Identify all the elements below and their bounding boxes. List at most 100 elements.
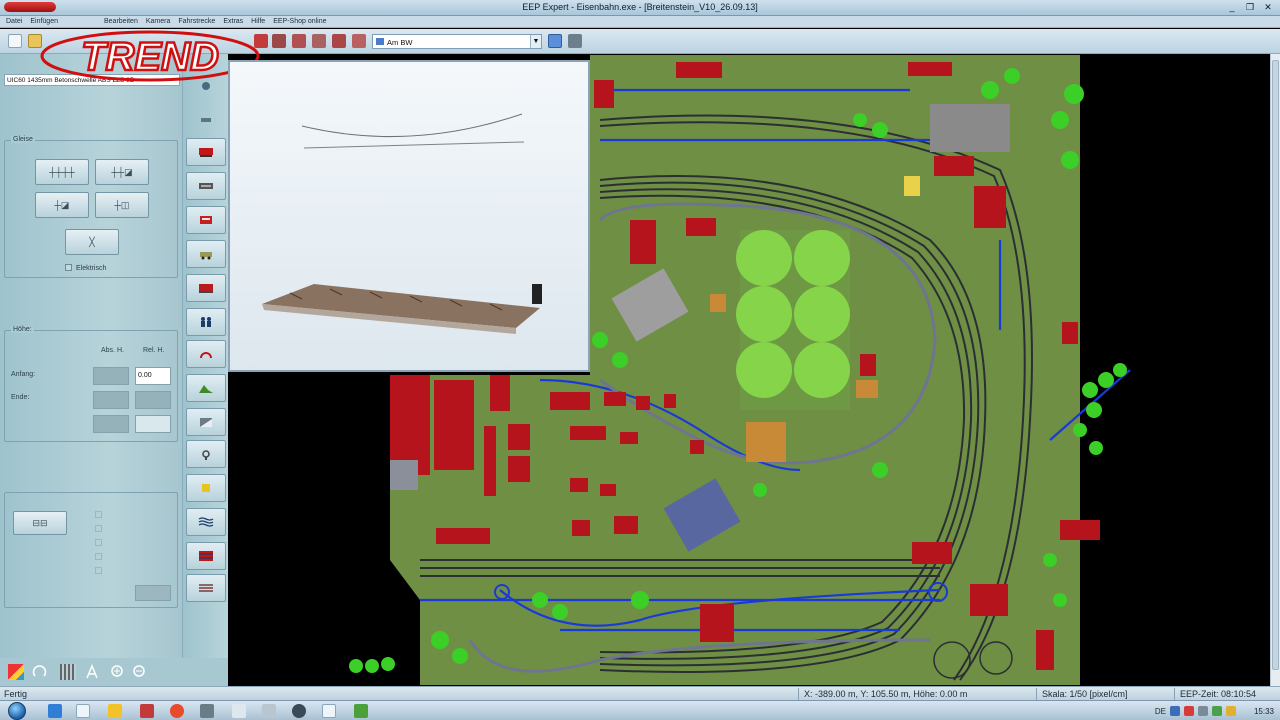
ie-icon[interactable] <box>48 704 62 718</box>
volume-icon[interactable] <box>1197 706 1208 716</box>
goods-icon[interactable] <box>186 474 226 502</box>
switch-right-button[interactable]: ┼◫ <box>95 192 149 218</box>
disabled-option-5 <box>95 567 106 575</box>
switch-icon[interactable] <box>292 34 306 48</box>
scrollbar-thumb[interactable] <box>1272 60 1279 670</box>
abs-anfang-field[interactable] <box>93 367 129 385</box>
ende-label: Ende: <box>11 394 30 401</box>
disabled-option-2 <box>95 525 106 533</box>
rail-vehicle-icon[interactable] <box>186 138 226 166</box>
game-icon[interactable] <box>262 704 276 718</box>
antivirus-icon[interactable] <box>1183 706 1194 716</box>
disabled-option-4 <box>95 553 106 561</box>
rail-mode-button[interactable]: ⊟⊟ <box>13 511 67 535</box>
straight-track-button[interactable]: ┼┼┼┼ <box>35 159 89 185</box>
elektrisch-label: Elektrisch <box>76 265 107 272</box>
anfang-label: Anfang: <box>11 371 36 378</box>
app-icon[interactable] <box>140 704 154 718</box>
switch-left-button[interactable]: ┼◪ <box>35 192 89 218</box>
doc-icon[interactable] <box>232 704 246 718</box>
landscape-icon[interactable] <box>186 374 226 402</box>
selector-icon[interactable] <box>352 34 366 48</box>
system-tray: DE 15:33 <box>1155 701 1280 720</box>
tram-car-icon[interactable] <box>186 274 226 302</box>
media-icon[interactable] <box>108 704 122 718</box>
abs-extra-field[interactable] <box>93 415 129 433</box>
flag-icon[interactable] <box>186 542 226 570</box>
curve-track-button[interactable]: ┼┼◪ <box>95 159 149 185</box>
status-ready: Fertig <box>4 689 28 699</box>
preview-canvas <box>262 113 542 334</box>
rotate-icon[interactable] <box>32 664 48 680</box>
status-separator <box>798 688 799 700</box>
title-bar: EEP Expert - Eisenbahn.exe - [Breitenste… <box>0 0 1280 16</box>
window-controls: _ ❐ ✕ <box>1224 1 1276 14</box>
ballast-icon[interactable] <box>186 106 226 134</box>
vehicle-icon[interactable] <box>186 240 226 268</box>
window-title: EEP Expert - Eisenbahn.exe - [Breitenste… <box>522 2 758 12</box>
camera-icon[interactable] <box>186 440 226 468</box>
camera-icon[interactable] <box>548 34 562 48</box>
yellow-building <box>904 176 920 196</box>
layer-select[interactable]: Am BW ▼ <box>372 34 542 49</box>
tool-icon[interactable] <box>200 704 214 718</box>
status-position: X: -389.00 m, Y: 105.50 m, Höhe: 0.00 m <box>804 689 968 699</box>
bridge-icon[interactable] <box>186 574 226 602</box>
tram-icon[interactable] <box>186 206 226 234</box>
eep-application-window: EEP Expert - Eisenbahn.exe - [Breitenste… <box>0 0 1280 720</box>
chrome-icon[interactable] <box>170 704 184 718</box>
crossing-button[interactable]: ╳ <box>65 229 119 255</box>
chevron-down-icon[interactable]: ▼ <box>530 35 541 48</box>
signal-icon[interactable] <box>272 34 286 48</box>
people-icon[interactable] <box>186 308 226 336</box>
tray-app-icon[interactable] <box>1211 706 1222 716</box>
properties-panel: UIC60 1435mm Betonschwelle ABS LZB 3D Gl… <box>0 54 182 686</box>
object-preview-window[interactable] <box>228 60 590 372</box>
layer-icon <box>376 38 384 45</box>
height-group-title: Höhe: <box>11 326 34 333</box>
vertical-scrollbar[interactable] <box>1270 54 1280 686</box>
start-button[interactable] <box>8 702 26 720</box>
status-separator <box>1036 688 1037 700</box>
menu-eep-shop[interactable]: EEP-Shop online <box>271 16 332 27</box>
text-icon[interactable] <box>84 664 100 680</box>
bottom-tool-row <box>0 658 228 686</box>
eep-icon[interactable] <box>322 704 336 718</box>
game2-icon[interactable] <box>354 704 368 718</box>
close-button[interactable]: ✕ <box>1260 1 1276 14</box>
signal-icon[interactable] <box>186 340 226 368</box>
disabled-option-1 <box>95 511 106 519</box>
clock: 15:33 <box>1253 706 1274 716</box>
grid-icon[interactable] <box>60 664 76 680</box>
elektrisch-checkbox[interactable]: Elektrisch <box>65 264 106 272</box>
rail-icon[interactable] <box>332 34 346 48</box>
maximize-button[interactable]: ❐ <box>1242 1 1258 14</box>
abs-ende-field[interactable] <box>93 391 129 409</box>
language-indicator[interactable]: DE <box>1155 707 1166 716</box>
layer-select-value: Am BW <box>387 38 413 47</box>
tray-warning-icon[interactable] <box>1225 706 1236 716</box>
steam-icon[interactable] <box>292 704 306 718</box>
height-group: Höhe: Abs. H. Rel. H. Anfang: Ende: 0.00 <box>4 326 178 442</box>
crane-icon[interactable] <box>312 34 326 48</box>
grey-block <box>390 460 418 490</box>
height-apply-button[interactable] <box>135 415 171 433</box>
tracks-group-title: Gleise <box>11 136 35 143</box>
minimize-button[interactable]: _ <box>1224 1 1240 14</box>
rel-ende-field[interactable] <box>135 391 171 409</box>
tool-icon[interactable] <box>568 34 582 48</box>
zoom-out-icon[interactable] <box>132 664 148 680</box>
road-icon[interactable] <box>186 172 226 200</box>
zoom-in-icon[interactable] <box>110 664 126 680</box>
menu-datei[interactable]: Datei <box>4 16 28 27</box>
new-icon[interactable] <box>8 34 22 48</box>
network-icon[interactable] <box>1169 706 1180 716</box>
disabled-option-3 <box>95 539 106 547</box>
cube-icon[interactable] <box>8 664 24 680</box>
taskbar: DE 15:33 <box>0 700 1280 720</box>
rel-anfang-field[interactable]: 0.00 <box>135 367 171 385</box>
structure-icon[interactable] <box>186 408 226 436</box>
water-icon[interactable] <box>186 508 226 536</box>
tracks-group: Gleise ┼┼┼┼ ┼┼◪ ┼◪ ┼◫ ╳ Elektrisch <box>4 136 178 278</box>
folder-icon[interactable] <box>76 704 90 718</box>
